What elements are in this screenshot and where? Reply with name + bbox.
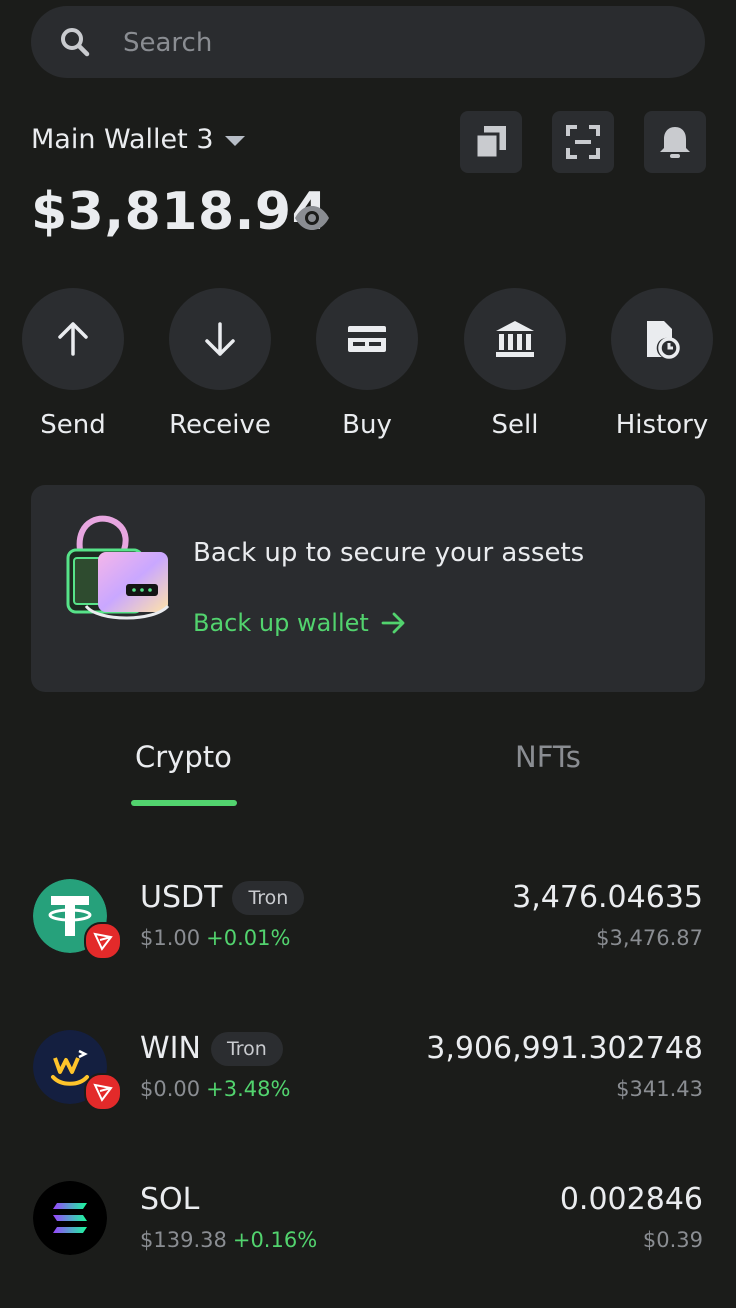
- arrow-down-icon: [205, 322, 235, 356]
- network-tag: Tron: [210, 1031, 283, 1066]
- send-button[interactable]: [22, 288, 124, 390]
- receive-label: Receive: [169, 410, 271, 440]
- asset-price: $0.00: [140, 1077, 201, 1101]
- tron-badge-icon: [84, 1073, 122, 1111]
- eye-icon[interactable]: [293, 200, 331, 236]
- tab-nfts[interactable]: NFTs: [515, 740, 581, 774]
- tab-crypto[interactable]: Crypto: [135, 740, 232, 774]
- copy-icon: [474, 126, 506, 160]
- sell-action[interactable]: [464, 288, 566, 390]
- buy-action[interactable]: [316, 288, 418, 390]
- price-change: +0.01%: [206, 926, 291, 950]
- asset-price: $1.00: [140, 926, 201, 950]
- buy-label: Buy: [342, 410, 392, 440]
- sell-button[interactable]: [464, 288, 566, 390]
- asset-row-win[interactable]: WIN Tron $0.00 +3.48% 3,906,991.302748 $3…: [0, 1011, 736, 1121]
- asset-row-usdt[interactable]: USDT Tron $1.00 +0.01% 3,476.04635 $3,476…: [0, 860, 736, 970]
- solana-icon: [33, 1181, 107, 1255]
- arrow-right-icon: [381, 612, 405, 634]
- history-label: History: [615, 410, 709, 440]
- sell-label: Sell: [491, 410, 539, 440]
- asset-symbol: USDT: [140, 880, 223, 915]
- price-change: +0.16%: [232, 1228, 318, 1252]
- asset-symbol: SOL: [140, 1182, 200, 1217]
- receive-button[interactable]: [169, 288, 271, 390]
- network-tag: Tron: [232, 880, 305, 915]
- chevron-down-icon[interactable]: [224, 134, 246, 148]
- bell-icon: [660, 127, 690, 158]
- scan-button[interactable]: [552, 111, 614, 173]
- send-label: Send: [40, 410, 106, 440]
- history-icon: [647, 321, 680, 359]
- total-balance: $3,818.94: [31, 182, 329, 242]
- bank-icon: [496, 321, 534, 357]
- asset-fiat-value: $0.39: [642, 1228, 703, 1252]
- arrow-up-icon: [58, 322, 88, 356]
- asset-row-sol[interactable]: SOL $139.38 +0.16% 0.002846 $0.39: [0, 1162, 736, 1272]
- asset-amount: 0.002846: [559, 1182, 703, 1217]
- card-icon: [348, 326, 386, 352]
- backup-link-label: Back up wallet: [193, 609, 369, 637]
- asset-price: $139.38: [140, 1228, 227, 1252]
- send-action[interactable]: [22, 288, 124, 390]
- active-tab-indicator: [131, 800, 237, 806]
- notifications-button[interactable]: [644, 111, 706, 173]
- wallet-selector[interactable]: Main Wallet 3: [31, 124, 214, 155]
- backup-title: Back up to secure your assets: [193, 538, 585, 568]
- search-input[interactable]: [121, 6, 685, 80]
- asset-amount: 3,906,991.302748: [426, 1031, 703, 1066]
- backup-wallet-link[interactable]: Back up wallet: [193, 609, 405, 637]
- history-action[interactable]: [611, 288, 713, 390]
- search-bar[interactable]: [31, 6, 705, 80]
- scan-icon: [566, 125, 600, 159]
- copy-button[interactable]: [460, 111, 522, 173]
- asset-fiat-value: $3,476.87: [596, 926, 703, 950]
- tron-badge-icon: [84, 922, 122, 960]
- asset-amount: 3,476.04635: [512, 880, 703, 915]
- receive-action[interactable]: [169, 288, 271, 390]
- buy-button[interactable]: [316, 288, 418, 390]
- padlock-illustration: [66, 515, 170, 620]
- price-change: +3.48%: [206, 1077, 291, 1101]
- asset-fiat-value: $341.43: [616, 1077, 703, 1101]
- search-icon: [61, 28, 90, 57]
- history-button[interactable]: [611, 288, 713, 390]
- asset-symbol: WIN: [140, 1031, 201, 1066]
